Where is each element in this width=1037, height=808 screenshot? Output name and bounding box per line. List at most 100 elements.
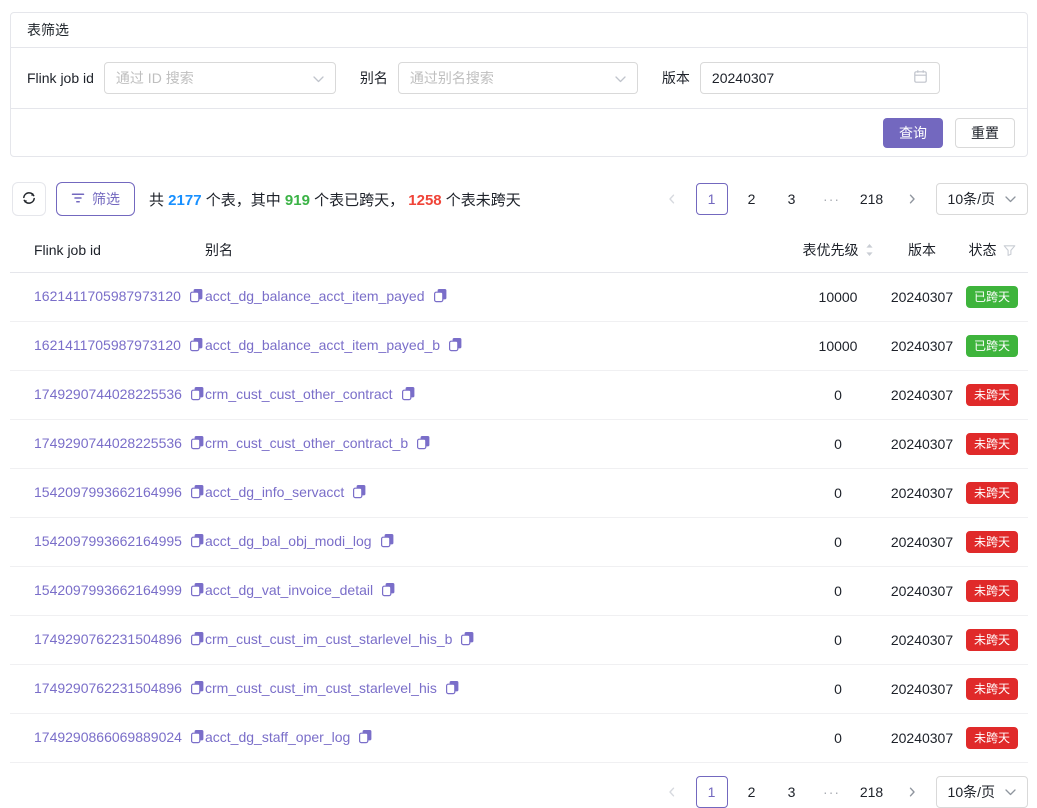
refresh-button[interactable]	[12, 182, 46, 216]
pagination-page-218[interactable]: 218	[856, 183, 888, 215]
copy-icon[interactable]	[358, 729, 373, 747]
summary-text: 个表，其中	[202, 192, 285, 209]
copy-icon[interactable]	[448, 337, 463, 355]
alias-link[interactable]: acct_dg_bal_obj_modi_log	[205, 533, 372, 549]
pagination-prev-icon[interactable]	[656, 776, 688, 808]
copy-icon[interactable]	[352, 484, 367, 502]
filter-panel-title: 表筛选	[11, 13, 1027, 48]
version-field-group: 版本 20240307	[662, 62, 940, 94]
version-cell: 20240307	[888, 322, 956, 371]
version-cell: 20240307	[888, 469, 956, 518]
version-cell: 20240307	[888, 273, 956, 322]
pagination-next-icon[interactable]	[896, 776, 928, 808]
job-id-link[interactable]: 1749290744028225536	[34, 386, 182, 402]
page-size-select[interactable]: 10条/页	[936, 776, 1028, 808]
job-id-select[interactable]: 通过 ID 搜索	[104, 62, 336, 94]
copy-icon[interactable]	[190, 386, 205, 404]
pagination-next-icon[interactable]	[896, 183, 928, 215]
status-badge: 未跨天	[966, 433, 1018, 455]
copy-icon[interactable]	[401, 386, 416, 404]
pagination-page-3[interactable]: 3	[776, 776, 808, 808]
filter-funnel-icon[interactable]	[1003, 244, 1016, 260]
job-id-link[interactable]: 1749290762231504896	[34, 680, 182, 696]
copy-icon[interactable]	[433, 288, 448, 306]
copy-icon[interactable]	[190, 582, 205, 600]
pagination-page-2[interactable]: 2	[736, 776, 768, 808]
alias-link[interactable]: crm_cust_cust_other_contract_b	[205, 435, 408, 451]
pagination-page-2[interactable]: 2	[736, 183, 768, 215]
pagination-ellipsis[interactable]: ···	[816, 776, 848, 808]
reset-button[interactable]: 重置	[955, 118, 1015, 148]
copy-icon[interactable]	[381, 582, 396, 600]
copy-icon[interactable]	[416, 435, 431, 453]
table-row: 1749290744028225536 crm_cust_cust_other_…	[10, 420, 1028, 469]
alias-link[interactable]: acct_dg_balance_acct_item_payed	[205, 288, 425, 304]
summary-crossed-count: 919	[285, 192, 310, 209]
job-id-placeholder: 通过 ID 搜索	[116, 68, 194, 88]
query-button[interactable]: 查询	[883, 118, 943, 148]
copy-icon[interactable]	[460, 631, 475, 649]
alias-link[interactable]: crm_cust_cust_other_contract	[205, 386, 393, 402]
copy-icon[interactable]	[190, 680, 205, 698]
alias-field-group: 别名 通过别名搜索	[360, 62, 638, 94]
summary-text: 个表未跨天	[442, 192, 521, 209]
version-cell: 20240307	[888, 567, 956, 616]
copy-icon[interactable]	[190, 435, 205, 453]
table-row: 1621411705987973120 acct_dg_balance_acct…	[10, 322, 1028, 371]
sort-icon[interactable]	[865, 243, 874, 260]
alias-link[interactable]: acct_dg_staff_oper_log	[205, 729, 350, 745]
table-summary: 共 2177 个表，其中 919 个表已跨天， 1258 个表未跨天	[149, 189, 521, 210]
copy-icon[interactable]	[189, 337, 204, 355]
copy-icon[interactable]	[380, 533, 395, 551]
alias-link[interactable]: crm_cust_cust_im_cust_starlevel_his	[205, 680, 437, 696]
job-id-link[interactable]: 1749290762231504896	[34, 631, 182, 647]
pagination-page-3[interactable]: 3	[776, 183, 808, 215]
alias-link[interactable]: acct_dg_vat_invoice_detail	[205, 582, 373, 598]
copy-icon[interactable]	[190, 533, 205, 551]
version-date-input[interactable]: 20240307	[700, 62, 940, 94]
priority-cell: 0	[788, 371, 888, 420]
status-badge: 未跨天	[966, 531, 1018, 553]
alias-select[interactable]: 通过别名搜索	[398, 62, 638, 94]
version-cell: 20240307	[888, 518, 956, 567]
status-badge: 已跨天	[966, 335, 1018, 357]
pagination-prev-icon[interactable]	[656, 183, 688, 215]
copy-icon[interactable]	[189, 288, 204, 306]
priority-cell: 0	[788, 420, 888, 469]
summary-uncrossed-count: 1258	[408, 192, 441, 209]
column-header-job-id: Flink job id	[10, 232, 205, 273]
job-id-link[interactable]: 1749290744028225536	[34, 435, 182, 451]
version-value: 20240307	[712, 70, 774, 86]
table-body: 1621411705987973120 acct_dg_balance_acct…	[10, 273, 1028, 763]
page-size-select[interactable]: 10条/页	[936, 183, 1028, 215]
job-id-link[interactable]: 1621411705987973120	[34, 337, 181, 353]
pagination-page-218[interactable]: 218	[856, 776, 888, 808]
table-row: 1749290744028225536 crm_cust_cust_other_…	[10, 371, 1028, 420]
copy-icon[interactable]	[445, 680, 460, 698]
status-badge: 已跨天	[966, 286, 1018, 308]
job-id-link[interactable]: 1542097993662164995	[34, 533, 182, 549]
job-id-link[interactable]: 1621411705987973120	[34, 288, 181, 304]
job-id-link[interactable]: 1542097993662164996	[34, 484, 182, 500]
pagination-page-1[interactable]: 1	[696, 776, 728, 808]
copy-icon[interactable]	[190, 631, 205, 649]
pagination-top: 123···218 10条/页	[656, 183, 1028, 215]
copy-icon[interactable]	[190, 484, 205, 502]
calendar-icon	[913, 69, 928, 87]
job-id-link[interactable]: 1749290866069889024	[34, 729, 182, 745]
alias-link[interactable]: acct_dg_info_servacct	[205, 484, 344, 500]
status-badge: 未跨天	[966, 678, 1018, 700]
tables-list: Flink job id 别名 表优先级 版本 状态 1621411705987…	[10, 232, 1028, 763]
filter-fields-row: Flink job id 通过 ID 搜索 别名 通过别名搜索 版本 20240…	[11, 48, 1027, 109]
page-size-label: 10条/页	[948, 189, 995, 209]
alias-link[interactable]: crm_cust_cust_im_cust_starlevel_his_b	[205, 631, 452, 647]
version-cell: 20240307	[888, 665, 956, 714]
page-size-label: 10条/页	[948, 782, 995, 802]
table-toolbar: 筛选 共 2177 个表，其中 919 个表已跨天， 1258 个表未跨天 12…	[12, 182, 1028, 216]
alias-link[interactable]: acct_dg_balance_acct_item_payed_b	[205, 337, 440, 353]
copy-icon[interactable]	[190, 729, 205, 747]
pagination-ellipsis[interactable]: ···	[816, 183, 848, 215]
pagination-page-1[interactable]: 1	[696, 183, 728, 215]
filter-button[interactable]: 筛选	[56, 182, 135, 216]
job-id-link[interactable]: 1542097993662164999	[34, 582, 182, 598]
